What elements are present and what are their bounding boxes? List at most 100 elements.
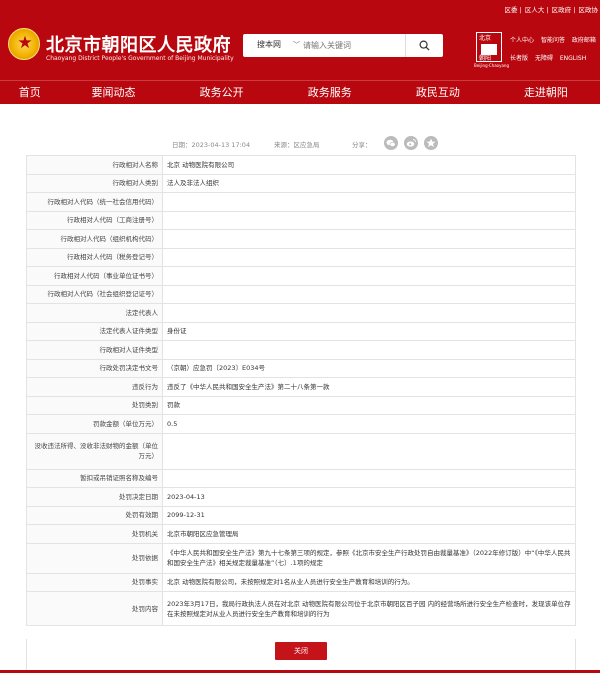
link-gov-mailbox[interactable]: 政府邮箱 [572,37,596,44]
row-label: 行政相对人代码（社会组织登记证号） [26,284,163,304]
row-value: 北京 动物医院有限公司，未按照规定对1名从业人员进行安全生产教育和培训的行为。 [162,572,576,592]
table-row: 行政相对人代码（税务登记号） [26,247,576,267]
row-label: 处罚内容 [26,591,163,626]
nav-news[interactable]: 要闻动态 [59,81,167,104]
search-icon [419,40,430,51]
search-input[interactable] [303,37,403,53]
row-value: （京朝）应急罚〔2023〕E034号 [162,358,576,378]
table-row: 行政相对人代码（社会组织登记证号） [26,284,576,304]
table-row: 罚款金额（单位万元） 0.5 [26,414,576,434]
row-label: 行政相对人类别 [26,173,163,193]
table-row: 处罚事实 北京 动物医院有限公司，未按照规定对1名从业人员进行安全生产教育和培训的… [26,572,576,592]
row-value: 法人及非法人组织 [162,173,576,193]
table-row: 处罚决定日期 2023-04-13 [26,487,576,507]
row-label: 行政相对人代码（统一社会信用代码） [26,192,163,212]
row-label: 处罚事实 [26,572,163,592]
search-scope-select[interactable]: 搜本网 [257,39,281,50]
top-link-party[interactable]: 区委 [505,6,518,14]
table-row: 没收违法所得、没收非法财物的金额（单位万元） [26,432,576,470]
table-row: 行政相对人代码（统一社会信用代码） [26,192,576,212]
row-label: 处罚决定日期 [26,487,163,507]
top-link-cppcc[interactable]: 区政协 [579,6,599,14]
qr-label: Beijing·Chaoyang [474,63,510,68]
row-label: 行政处罚决定书文号 [26,358,163,378]
row-label: 行政相对人代码（税务登记号） [26,247,163,267]
link-personal-center[interactable]: 个人中心 [510,37,534,44]
top-links: 区委 | 区人大 | 区政府 | 区政协 [504,6,599,14]
link-english[interactable]: ENGLISH [560,55,586,62]
source-label: 来源： [274,141,294,149]
qzone-share-icon[interactable] [424,136,438,150]
publish-date: 2023-04-13 17:04 [191,141,251,149]
table-row: 处罚依据 《中华人民共和国安全生产法》第九十七条第三项的规定，参照《北京市安全生产… [26,542,576,574]
table-row: 行政相对人证件类型 [26,340,576,360]
row-value [162,210,576,230]
row-value [162,303,576,323]
row-label: 处罚类别 [26,395,163,415]
table-row: 处罚机关 北京市朝阳区应急管理局 [26,524,576,544]
row-label: 处罚依据 [26,542,163,574]
date-label: 日期： [172,141,192,149]
table-row: 法定代表人证件类型 身份证 [26,321,576,341]
table-row: 行政相对人代码（组织机构代码） [26,229,576,249]
qr-code-icon[interactable]: 北京 朝阳 [476,32,502,62]
row-label: 行政相对人代码（事业单位证书号） [26,266,163,286]
row-value [162,192,576,212]
table-row: 法定代表人 [26,303,576,323]
row-label: 行政相对人代码（组织机构代码） [26,229,163,249]
weibo-share-icon[interactable] [404,136,418,150]
penalty-info-table: 行政相对人名称 北京 动物医院有限公司 行政相对人类别 法人及非法人组织 行政相对人代码… [26,155,576,626]
link-smart-qa[interactable]: 智能问答 [541,37,565,44]
row-value: 2099-12-31 [162,505,576,525]
close-button[interactable]: 关闭 [275,642,327,660]
link-accessibility[interactable]: 无障碍 [535,55,553,62]
search-box: 搜本网 ﹀ [243,34,443,57]
row-value [162,284,576,304]
row-value: 0.5 [162,414,576,434]
top-link-government[interactable]: 区政府 [552,6,572,14]
row-value: 2023年3月17日，我局行政执法人员在对北京 动物医院有限公司位于北京市朝阳区… [162,591,576,626]
nav-services[interactable]: 政务服务 [276,81,384,104]
quick-links: 个人中心 智能问答 政府邮箱 长者版 无障碍 ENGLISH [510,35,600,71]
qr-text-2: 朝阳 [479,55,492,62]
row-value: 身份证 [162,321,576,341]
nav-interaction[interactable]: 政民互动 [384,81,492,104]
row-label: 法定代表人证件类型 [26,321,163,341]
nav-about-chaoyang[interactable]: 走进朝阳 [492,81,600,104]
row-value [162,468,576,488]
search-button[interactable] [405,34,443,57]
main-nav: 首页 要闻动态 政务公开 政务服务 政民互动 走进朝阳 [0,80,600,104]
chevron-down-icon[interactable]: ﹀ [293,40,300,50]
top-link-congress[interactable]: 区人大 [525,6,545,14]
row-value: 罚款 [162,395,576,415]
wechat-share-icon[interactable] [384,136,398,150]
row-value [162,247,576,267]
row-label: 处罚机关 [26,524,163,544]
table-row: 处罚类别 罚款 [26,395,576,415]
link-elder-mode[interactable]: 长者版 [510,55,528,62]
table-row: 暂扣或吊销证照名称及编号 [26,468,576,488]
row-label: 处罚有效期 [26,505,163,525]
row-value: 北京市朝阳区应急管理局 [162,524,576,544]
close-bar: 关闭 [26,639,576,671]
nav-home[interactable]: 首页 [0,81,59,104]
table-row: 处罚内容 2023年3月17日，我局行政执法人员在对北京 动物医院有限公司位于北京… [26,591,576,626]
qr-text-1: 北京 [479,35,492,42]
row-value: 违反了《中华人民共和国安全生产法》第二十八条第一款 [162,377,576,397]
row-value: 《中华人民共和国安全生产法》第九十七条第三项的规定，参照《北京市安全生产行政处罚… [162,542,576,574]
site-title[interactable]: 北京市朝阳区人民政府 [46,31,231,57]
article-meta: 日期：2023-04-13 17:04 来源：区应急局 分享： [0,136,600,150]
table-row: 行政处罚决定书文号 （京朝）应急罚〔2023〕E034号 [26,358,576,378]
table-row: 违反行为 违反了《中华人民共和国安全生产法》第二十八条第一款 [26,377,576,397]
table-row: 行政相对人名称 北京 动物医院有限公司 [26,155,576,175]
row-label: 违反行为 [26,377,163,397]
nav-gov-affairs[interactable]: 政务公开 [168,81,276,104]
table-row: 行政相对人代码（事业单位证书号） [26,266,576,286]
row-label: 罚款金额（单位万元） [26,414,163,434]
row-label: 行政相对人代码（工商注册号） [26,210,163,230]
row-value [162,229,576,249]
row-label: 行政相对人证件类型 [26,340,163,360]
share-label: 分享： [352,141,372,149]
table-row: 行政相对人类别 法人及非法人组织 [26,173,576,193]
row-label: 没收违法所得、没收非法财物的金额（单位万元） [26,432,163,470]
